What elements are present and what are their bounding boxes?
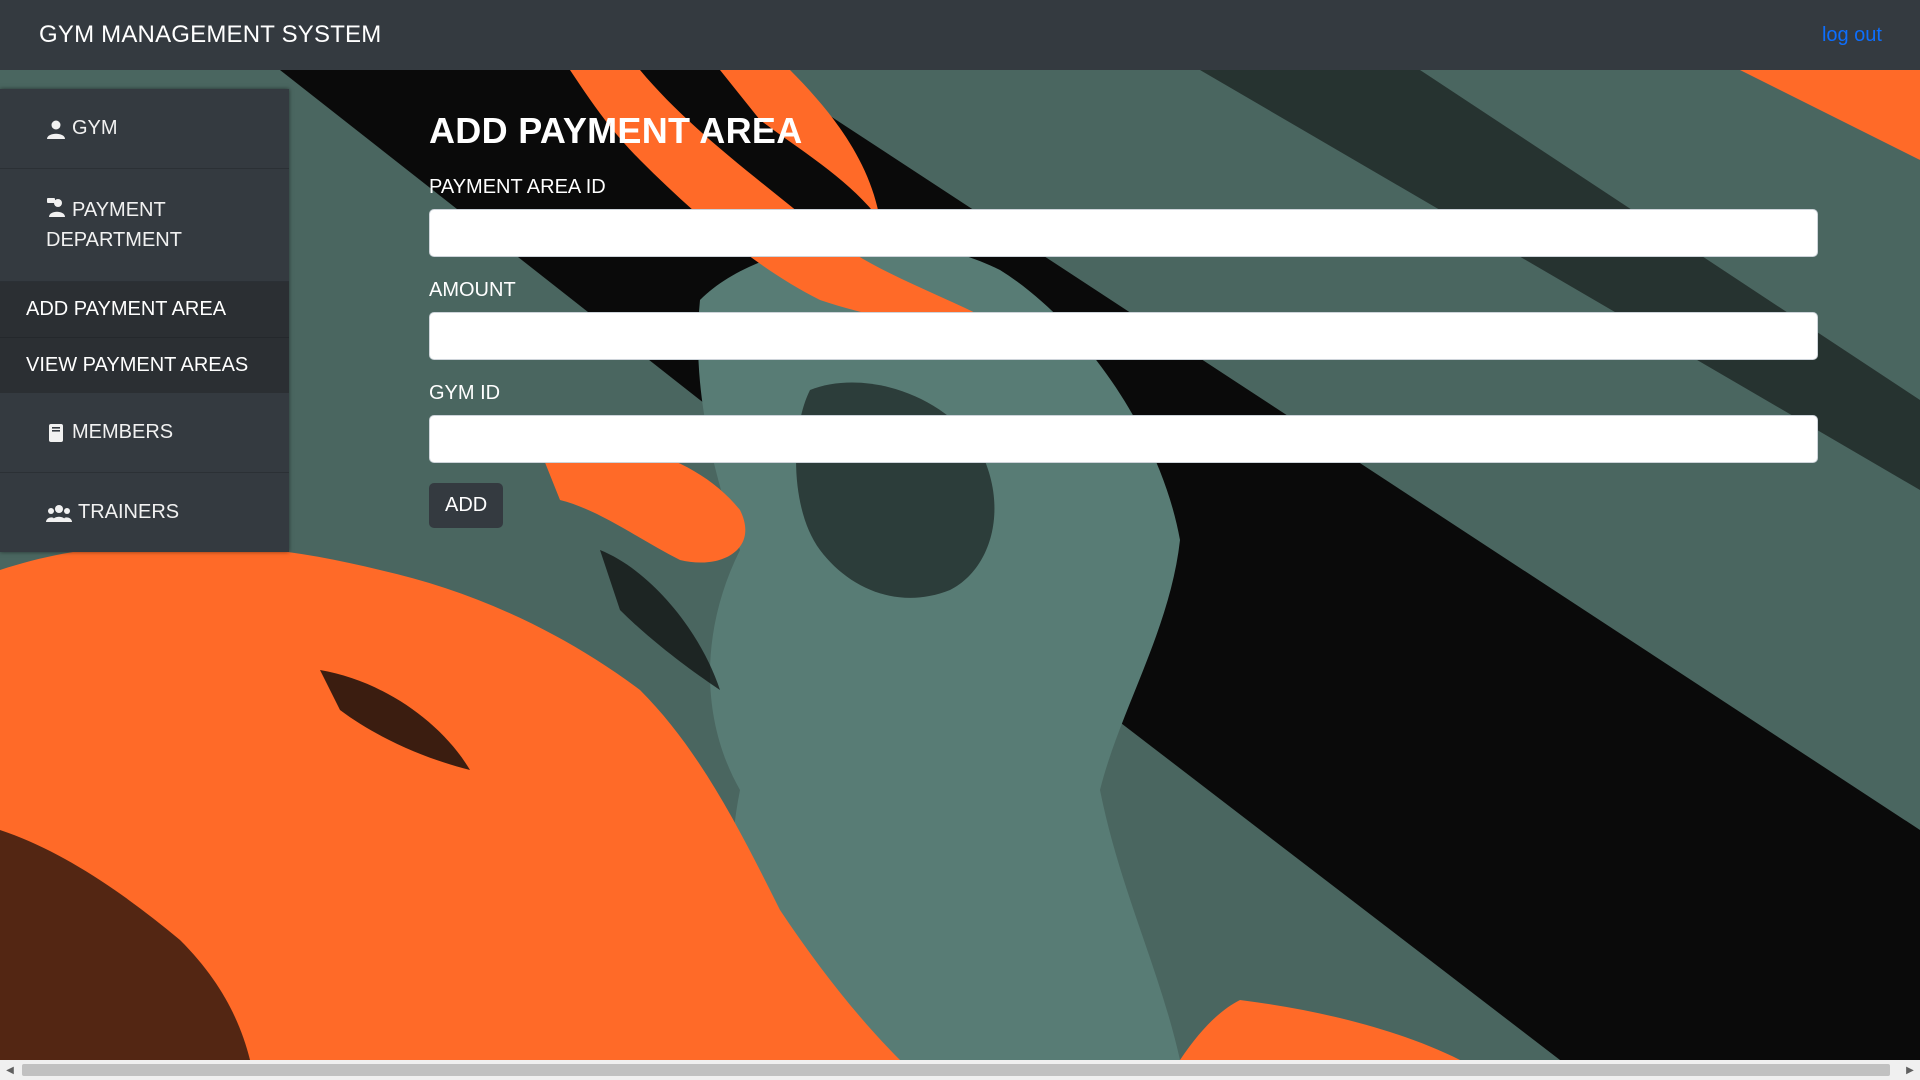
payment-area-id-label: PAYMENT AREA ID [429,176,606,198]
sidebar-item-label: PAYMENT DEPARTMENT [46,195,182,255]
amount-field[interactable] [429,312,1818,360]
logout-link[interactable]: log out [1822,24,1882,47]
users-icon [46,502,72,524]
sidebar-item-label-line1: PAYMENT [72,199,166,221]
gym-id-label: GYM ID [429,382,501,404]
horizontal-scrollbar[interactable]: ◀ ▶ [0,1060,1920,1080]
submenu-item-view-payment-areas[interactable]: VIEW PAYMENT AREAS [0,338,289,393]
payment-area-id-field[interactable] [429,209,1818,257]
sidebar-item-trainers[interactable]: TRAINERS [0,473,289,552]
gym-id-field[interactable] [429,415,1818,463]
scrollbar-track[interactable] [20,1060,1900,1080]
sidebar: GYM PAYMENT DEPARTMENT ADD PAYMENT AREA … [0,89,289,552]
add-payment-area-form: ADD PAYMENT AREA PAYMENT AREA ID AMOUNT … [429,110,1818,528]
cashier-icon [46,196,66,218]
sidebar-item-label: GYM [72,117,118,139]
scrollbar-thumb[interactable] [22,1064,1890,1076]
app-title: GYM MANAGEMENT SYSTEM [39,21,382,48]
sidebar-item-label: MEMBERS [72,421,174,443]
book-icon [46,422,66,444]
sidebar-item-gym[interactable]: GYM [0,89,289,169]
sidebar-item-payment-department[interactable]: PAYMENT DEPARTMENT [0,169,289,282]
page-title: ADD PAYMENT AREA [429,110,803,151]
scroll-left-icon[interactable]: ◀ [0,1060,20,1080]
sidebar-item-members[interactable]: MEMBERS [0,393,289,473]
submenu-item-add-payment-area[interactable]: ADD PAYMENT AREA [0,282,289,338]
user-icon [46,118,66,140]
scroll-right-icon[interactable]: ▶ [1900,1060,1920,1080]
add-button[interactable]: ADD [429,483,504,528]
sidebar-item-label: TRAINERS [78,501,180,523]
sidebar-item-label-line2: DEPARTMENT [46,229,182,251]
payment-submenu: ADD PAYMENT AREA VIEW PAYMENT AREAS [0,282,289,393]
amount-label: AMOUNT [429,279,516,301]
navbar: GYM MANAGEMENT SYSTEM log out [0,0,1920,70]
